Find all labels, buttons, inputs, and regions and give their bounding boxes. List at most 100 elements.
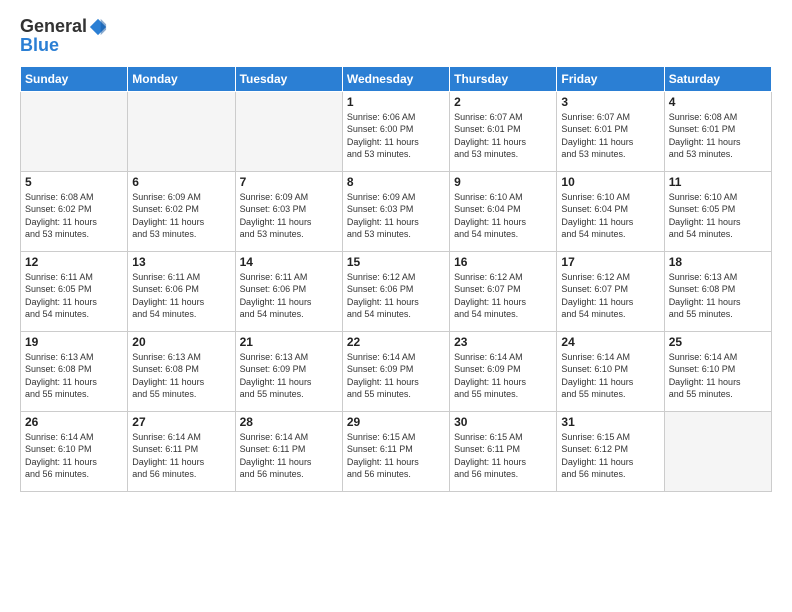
day-number: 25 (669, 335, 767, 349)
day-info: Sunrise: 6:12 AM Sunset: 6:07 PM Dayligh… (561, 271, 659, 321)
calendar-cell: 14Sunrise: 6:11 AM Sunset: 6:06 PM Dayli… (235, 251, 342, 331)
calendar-cell (128, 91, 235, 171)
calendar-cell: 18Sunrise: 6:13 AM Sunset: 6:08 PM Dayli… (664, 251, 771, 331)
calendar-cell: 15Sunrise: 6:12 AM Sunset: 6:06 PM Dayli… (342, 251, 449, 331)
day-number: 10 (561, 175, 659, 189)
calendar-cell: 30 Sunrise: 6:15 AM Sunset: 6:11 PM Dayli… (450, 411, 557, 491)
day-number: 15 (347, 255, 445, 269)
day-info: Sunrise: 6:12 AM Sunset: 6:07 PM Dayligh… (454, 271, 552, 321)
calendar: SundayMondayTuesdayWednesdayThursdayFrid… (20, 66, 772, 492)
calendar-cell: 21 Sunrise: 6:13 AM Sunset: 6:09 PM Dayli… (235, 331, 342, 411)
calendar-cell: 17 Sunrise: 6:12 AM Sunset: 6:07 PM Dayli… (557, 251, 664, 331)
calendar-cell: 16 Sunrise: 6:12 AM Sunset: 6:07 PM Dayli… (450, 251, 557, 331)
day-info: Sunrise: 6:10 AM Sunset: 6:04 PM Dayligh… (454, 191, 552, 241)
calendar-cell: 19Sunrise: 6:13 AM Sunset: 6:08 PM Dayli… (21, 331, 128, 411)
logo-blue-text: Blue (20, 35, 59, 55)
day-number: 26 (25, 415, 123, 429)
calendar-cell: 20 Sunrise: 6:13 AM Sunset: 6:08 PM Dayli… (128, 331, 235, 411)
calendar-cell: 2 Sunrise: 6:07 AM Sunset: 6:01 PM Daylig… (450, 91, 557, 171)
day-number: 27 (132, 415, 230, 429)
day-number: 29 (347, 415, 445, 429)
day-number: 20 (132, 335, 230, 349)
day-number: 23 (454, 335, 552, 349)
week-row-2: 5 Sunrise: 6:08 AM Sunset: 6:02 PM Daylig… (21, 171, 772, 251)
day-info: Sunrise: 6:14 AM Sunset: 6:10 PM Dayligh… (669, 351, 767, 401)
calendar-cell: 31 Sunrise: 6:15 AM Sunset: 6:12 PM Dayli… (557, 411, 664, 491)
day-info: Sunrise: 6:11 AM Sunset: 6:05 PM Dayligh… (25, 271, 123, 321)
day-info: Sunrise: 6:14 AM Sunset: 6:11 PM Dayligh… (132, 431, 230, 481)
calendar-cell (664, 411, 771, 491)
calendar-cell: 23 Sunrise: 6:14 AM Sunset: 6:09 PM Dayli… (450, 331, 557, 411)
day-info: Sunrise: 6:15 AM Sunset: 6:11 PM Dayligh… (454, 431, 552, 481)
week-row-1: 1 Sunrise: 6:06 AM Sunset: 6:00 PM Daylig… (21, 91, 772, 171)
day-info: Sunrise: 6:14 AM Sunset: 6:09 PM Dayligh… (347, 351, 445, 401)
weekday-header-tuesday: Tuesday (235, 66, 342, 91)
calendar-cell: 5 Sunrise: 6:08 AM Sunset: 6:02 PM Daylig… (21, 171, 128, 251)
day-number: 17 (561, 255, 659, 269)
calendar-cell: 6 Sunrise: 6:09 AM Sunset: 6:02 PM Daylig… (128, 171, 235, 251)
calendar-cell: 1 Sunrise: 6:06 AM Sunset: 6:00 PM Daylig… (342, 91, 449, 171)
day-info: Sunrise: 6:08 AM Sunset: 6:02 PM Dayligh… (25, 191, 123, 241)
day-number: 11 (669, 175, 767, 189)
day-info: Sunrise: 6:13 AM Sunset: 6:08 PM Dayligh… (132, 351, 230, 401)
calendar-cell: 27 Sunrise: 6:14 AM Sunset: 6:11 PM Dayli… (128, 411, 235, 491)
day-number: 31 (561, 415, 659, 429)
day-info: Sunrise: 6:07 AM Sunset: 6:01 PM Dayligh… (561, 111, 659, 161)
day-info: Sunrise: 6:11 AM Sunset: 6:06 PM Dayligh… (132, 271, 230, 321)
calendar-cell: 8Sunrise: 6:09 AM Sunset: 6:03 PM Daylig… (342, 171, 449, 251)
day-info: Sunrise: 6:06 AM Sunset: 6:00 PM Dayligh… (347, 111, 445, 161)
weekday-header-wednesday: Wednesday (342, 66, 449, 91)
calendar-cell (235, 91, 342, 171)
logo-general-text: General (20, 16, 87, 37)
day-number: 24 (561, 335, 659, 349)
week-row-5: 26Sunrise: 6:14 AM Sunset: 6:10 PM Dayli… (21, 411, 772, 491)
day-info: Sunrise: 6:09 AM Sunset: 6:02 PM Dayligh… (132, 191, 230, 241)
day-info: Sunrise: 6:14 AM Sunset: 6:10 PM Dayligh… (561, 351, 659, 401)
day-number: 21 (240, 335, 338, 349)
week-row-3: 12 Sunrise: 6:11 AM Sunset: 6:05 PM Dayli… (21, 251, 772, 331)
calendar-cell: 9 Sunrise: 6:10 AM Sunset: 6:04 PM Daylig… (450, 171, 557, 251)
day-number: 18 (669, 255, 767, 269)
day-number: 9 (454, 175, 552, 189)
calendar-cell: 11 Sunrise: 6:10 AM Sunset: 6:05 PM Dayli… (664, 171, 771, 251)
day-info: Sunrise: 6:13 AM Sunset: 6:08 PM Dayligh… (25, 351, 123, 401)
day-number: 30 (454, 415, 552, 429)
day-info: Sunrise: 6:10 AM Sunset: 6:05 PM Dayligh… (669, 191, 767, 241)
day-info: Sunrise: 6:07 AM Sunset: 6:01 PM Dayligh… (454, 111, 552, 161)
day-number: 1 (347, 95, 445, 109)
day-number: 12 (25, 255, 123, 269)
calendar-cell: 29 Sunrise: 6:15 AM Sunset: 6:11 PM Dayli… (342, 411, 449, 491)
day-info: Sunrise: 6:10 AM Sunset: 6:04 PM Dayligh… (561, 191, 659, 241)
weekday-header-thursday: Thursday (450, 66, 557, 91)
calendar-cell: 26Sunrise: 6:14 AM Sunset: 6:10 PM Dayli… (21, 411, 128, 491)
day-number: 22 (347, 335, 445, 349)
day-info: Sunrise: 6:14 AM Sunset: 6:09 PM Dayligh… (454, 351, 552, 401)
day-info: Sunrise: 6:09 AM Sunset: 6:03 PM Dayligh… (347, 191, 445, 241)
day-number: 14 (240, 255, 338, 269)
day-number: 2 (454, 95, 552, 109)
week-row-4: 19Sunrise: 6:13 AM Sunset: 6:08 PM Dayli… (21, 331, 772, 411)
calendar-cell: 12 Sunrise: 6:11 AM Sunset: 6:05 PM Dayli… (21, 251, 128, 331)
day-number: 4 (669, 95, 767, 109)
day-info: Sunrise: 6:14 AM Sunset: 6:11 PM Dayligh… (240, 431, 338, 481)
day-info: Sunrise: 6:08 AM Sunset: 6:01 PM Dayligh… (669, 111, 767, 161)
calendar-cell: 22 Sunrise: 6:14 AM Sunset: 6:09 PM Dayli… (342, 331, 449, 411)
calendar-cell (21, 91, 128, 171)
logo: General Blue (20, 16, 107, 56)
day-number: 5 (25, 175, 123, 189)
calendar-cell: 7Sunrise: 6:09 AM Sunset: 6:03 PM Daylig… (235, 171, 342, 251)
day-number: 16 (454, 255, 552, 269)
weekday-header-monday: Monday (128, 66, 235, 91)
day-number: 13 (132, 255, 230, 269)
calendar-cell: 24 Sunrise: 6:14 AM Sunset: 6:10 PM Dayli… (557, 331, 664, 411)
day-info: Sunrise: 6:15 AM Sunset: 6:11 PM Dayligh… (347, 431, 445, 481)
day-info: Sunrise: 6:15 AM Sunset: 6:12 PM Dayligh… (561, 431, 659, 481)
day-number: 6 (132, 175, 230, 189)
weekday-header-saturday: Saturday (664, 66, 771, 91)
calendar-cell: 4 Sunrise: 6:08 AM Sunset: 6:01 PM Daylig… (664, 91, 771, 171)
day-info: Sunrise: 6:13 AM Sunset: 6:09 PM Dayligh… (240, 351, 338, 401)
day-number: 3 (561, 95, 659, 109)
calendar-cell: 3 Sunrise: 6:07 AM Sunset: 6:01 PM Daylig… (557, 91, 664, 171)
calendar-cell: 13 Sunrise: 6:11 AM Sunset: 6:06 PM Dayli… (128, 251, 235, 331)
weekday-header-sunday: Sunday (21, 66, 128, 91)
